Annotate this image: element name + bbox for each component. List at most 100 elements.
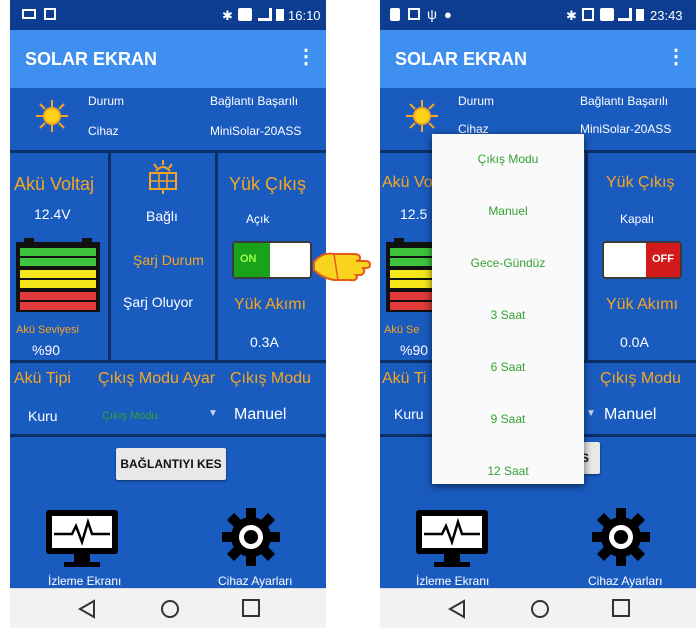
dropdown-option-manuel[interactable]: Manuel (432, 204, 584, 218)
chevron-down-icon[interactable]: ▼ (208, 408, 218, 419)
android-icon: ● (444, 7, 452, 22)
divider (10, 434, 326, 437)
durum-label: Durum (458, 94, 495, 108)
sun-icon (34, 98, 70, 134)
bluetooth-icon: ✱ (222, 8, 233, 23)
cihaz-value: MiniSolar-20ASS (580, 122, 672, 136)
divider (10, 150, 326, 153)
battery-level-icon (16, 238, 100, 312)
aku-seviyesi-label: Akü Se (384, 324, 420, 336)
durum-label: Durum (88, 94, 125, 108)
yuk-cikis-value: Açık (246, 212, 270, 226)
izleme-ekrani-label[interactable]: İzleme Ekranı (416, 574, 489, 588)
back-icon[interactable] (78, 599, 96, 619)
yuk-cikis-title: Yük Çıkış (606, 174, 675, 191)
divider (10, 360, 326, 363)
recents-icon[interactable] (612, 599, 630, 617)
yuk-akimi-value: 0.0A (620, 334, 649, 350)
recents-icon[interactable] (242, 599, 260, 617)
yuk-cikis-value: Kapalı (620, 212, 655, 226)
cell-icon (618, 8, 632, 21)
gear-icon[interactable] (220, 506, 282, 568)
cikis-modu-ayar-select[interactable]: Çıkış Modu (102, 410, 158, 422)
cihaz-value: MiniSolar-20ASS (210, 124, 302, 138)
home-icon[interactable] (160, 599, 180, 619)
cihaz-ayarlari-label[interactable]: Cihaz Ayarları (588, 574, 662, 588)
home-icon[interactable] (530, 599, 550, 619)
overflow-menu-icon[interactable]: ⋮ (666, 47, 686, 67)
solar-panel-icon (148, 160, 178, 194)
image-icon (44, 8, 56, 20)
main-content: Durum Bağlantı Başarılı Cihaz MiniSolar-… (10, 88, 326, 588)
switch-on-label: ON (240, 253, 257, 265)
yuk-akimi-value: 0.3A (250, 334, 279, 350)
cikis-modu-ayar-title: Çıkış Modu Ayar (98, 370, 216, 387)
aku-voltaj-value: 12.4V (34, 206, 71, 222)
monitor-icon[interactable] (42, 508, 122, 568)
app-title: SOLAR EKRAN (25, 49, 158, 69)
cikis-modu-value: Manuel (604, 406, 657, 423)
battery-status-icon (276, 9, 284, 21)
app-bar: SOLAR EKRAN ⋮ (380, 30, 696, 88)
yuk-akimi-title: Yük Akımı (234, 296, 307, 313)
aku-tipi-select[interactable]: Kuru (394, 406, 424, 422)
divider (215, 150, 218, 360)
aku-voltaj-title: Akü Voltaj (14, 174, 95, 194)
dropdown-option-12-saat[interactable]: 12 Saat (432, 464, 584, 478)
status-bar: ✱ 16:10 (10, 0, 326, 30)
yuk-akimi-title: Yük Akımı (606, 296, 679, 313)
android-nav-bar (10, 588, 326, 628)
aku-voltaj-value: 12.5 (400, 206, 428, 222)
aku-tipi-title: Akü Tipi (14, 370, 71, 387)
back-icon[interactable] (448, 599, 466, 619)
dropdown-option-cikis-modu[interactable]: Çıkış Modu (432, 152, 584, 166)
aku-tipi-select[interactable]: Kuru (28, 408, 58, 424)
sun-icon (404, 98, 440, 134)
notification-icon (390, 8, 400, 21)
dropdown-option-9-saat[interactable]: 9 Saat (432, 412, 584, 426)
cihaz-label: Cihaz (88, 124, 119, 138)
yuk-cikis-title: Yük Çıkış (229, 174, 307, 194)
aku-seviyesi-label: Akü Seviyesi (16, 324, 79, 336)
cikis-modu-dropdown: Çıkış Modu Manuel Gece-Gündüz 3 Saat 6 S… (432, 134, 584, 484)
cihaz-ayarlari-label[interactable]: Cihaz Ayarları (218, 574, 292, 588)
vibrate-icon (582, 8, 594, 21)
aku-voltaj-title: Akü Vo (382, 174, 433, 191)
panel-status-value: Bağlı (146, 208, 178, 224)
durum-value: Bağlantı Başarılı (580, 94, 669, 108)
bluetooth-icon: ✱ (566, 8, 577, 23)
izleme-ekrani-label[interactable]: İzleme Ekranı (48, 574, 121, 588)
dropdown-option-3-saat[interactable]: 3 Saat (432, 308, 584, 322)
right-phone-screen: ψ ● ✱ 23:43 SOLAR EKRAN ⋮ Durum Bağlantı… (380, 0, 696, 628)
left-phone-screen: ✱ 16:10 SOLAR EKRAN ⋮ Durum Bağlantı Baş… (10, 0, 326, 628)
dropdown-option-6-saat[interactable]: 6 Saat (432, 360, 584, 374)
cell-icon (258, 8, 272, 21)
app-bar: SOLAR EKRAN ⋮ (10, 30, 326, 88)
sarj-durum-value: Şarj Oluyor (123, 294, 194, 310)
pointing-hand-icon (312, 242, 374, 282)
app-title: SOLAR EKRAN (395, 49, 528, 69)
cikis-modu-title: Çıkış Modu (600, 370, 681, 387)
yuk-cikis-toggle[interactable]: OFF (602, 241, 682, 279)
aku-tipi-title: Akü Ti (382, 370, 427, 387)
battery-status-icon (636, 9, 644, 21)
signal-icon (600, 8, 614, 21)
gear-icon[interactable] (590, 506, 652, 568)
divider (108, 150, 111, 360)
sarj-durum-title: Şarj Durum (133, 252, 204, 268)
overflow-menu-icon[interactable]: ⋮ (296, 47, 316, 67)
monitor-icon[interactable] (412, 508, 492, 568)
chevron-down-icon[interactable]: ▼ (586, 408, 596, 419)
cikis-modu-title: Çıkış Modu (230, 370, 311, 387)
video-icon (22, 9, 36, 19)
disconnect-button[interactable]: BAĞLANTIYI KES (116, 448, 226, 480)
status-bar: ψ ● ✱ 23:43 (380, 0, 696, 30)
yuk-cikis-toggle[interactable]: ON (232, 241, 312, 279)
status-time: 23:43 (650, 8, 683, 23)
usb-icon: ψ (427, 6, 437, 22)
durum-value: Bağlantı Başarılı (210, 94, 299, 108)
signal-icon (238, 8, 252, 21)
android-nav-bar (380, 588, 696, 628)
dropdown-option-gece-gunduz[interactable]: Gece-Gündüz (432, 256, 584, 270)
cikis-modu-value: Manuel (234, 406, 287, 423)
